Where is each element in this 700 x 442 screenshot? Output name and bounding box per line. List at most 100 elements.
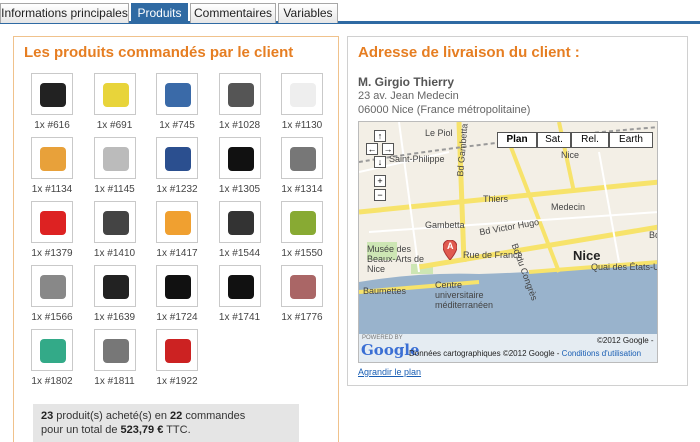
usb-serial-adapter-icon[interactable] (156, 73, 198, 115)
product-item[interactable]: 1x #1028 (212, 73, 268, 131)
product-item[interactable]: 1x #1922 (149, 329, 205, 387)
black-tshirt-icon[interactable] (156, 265, 198, 307)
red-box-icon[interactable] (31, 201, 73, 243)
product-item[interactable]: 1x #1724 (149, 265, 205, 323)
cables-icon[interactable] (93, 329, 136, 371)
product-label: 1x #1134 (31, 184, 73, 195)
product-item[interactable]: 1x #1305 (212, 137, 268, 195)
product-item[interactable]: 1x #1379 (24, 201, 80, 259)
summary-total: 523,79 € (120, 424, 164, 436)
products-panel-title: Les produits commandés par le client (24, 44, 294, 61)
product-item[interactable]: 1x #1741 (212, 265, 268, 323)
burger-phone-icon[interactable] (31, 137, 73, 179)
product-label: 1x #1145 (94, 184, 135, 195)
photo-keychain-icon[interactable] (281, 137, 323, 179)
product-label: 1x #1566 (31, 312, 73, 323)
cap-gadget-icon[interactable] (93, 265, 136, 307)
black-tshirt-icon[interactable] (218, 137, 261, 179)
product-label: 1x #1130 (281, 120, 323, 131)
keychain-disc-icon[interactable] (31, 265, 73, 307)
product-item[interactable]: 1x #1417 (149, 201, 205, 259)
product-item[interactable]: 1x #745 (149, 73, 205, 131)
summary-count: 23 (41, 410, 54, 422)
map-copyright: ©2012 Google - (597, 336, 654, 345)
product-item[interactable]: 1x #616 (24, 73, 80, 131)
map-label: Centre universitaire méditerranéen (435, 280, 494, 310)
zoom-in-icon[interactable]: + (374, 175, 386, 187)
solar-panel-icon[interactable] (156, 137, 198, 179)
map-data-text: Données cartographiques ©2012 Google - (409, 349, 562, 358)
summary-text: produit(s) acheté(s) en (53, 410, 171, 422)
tablet-pile-icon[interactable] (281, 201, 323, 243)
products-panel: Les produits commandés par le client 1x … (13, 36, 339, 442)
product-item[interactable]: 1x #1811 (87, 329, 143, 387)
product-label: 1x #1379 (31, 248, 73, 259)
product-label: 1x #1232 (156, 184, 198, 195)
map-type-sat-button[interactable]: Sat. (537, 132, 571, 148)
product-item[interactable]: 1x #1544 (212, 201, 268, 259)
summary-text: TTC. (163, 424, 191, 436)
product-label: 1x #691 (96, 120, 133, 131)
product-label: 1x #1811 (94, 376, 135, 387)
product-item[interactable]: 1x #1550 (274, 201, 330, 259)
pan-right-icon[interactable]: → (382, 143, 394, 155)
address-city: 06000 Nice (France métropolitaine) (358, 104, 531, 116)
product-item[interactable]: 1x #1314 (274, 137, 330, 195)
product-label: 1x #1776 (281, 312, 323, 323)
map-label: Gambetta (425, 220, 465, 230)
delivery-map[interactable]: Le Piol Saint-Philippe Bd Gambetta Thier… (358, 121, 658, 363)
product-label: 1x #1550 (281, 248, 323, 259)
product-item[interactable]: 1x #1802 (24, 329, 80, 387)
map-label: Quai des États-Unis (591, 262, 657, 272)
product-label: 1x #1305 (218, 184, 261, 195)
map-label: Nice (561, 150, 580, 160)
product-label: 1x #1802 (31, 376, 73, 387)
phone-device-icon[interactable] (218, 73, 261, 115)
map-data-credit: Données cartographiques ©2012 Google - C… (409, 349, 641, 358)
product-label: 1x #1417 (156, 248, 198, 259)
map-type-plan-button[interactable]: Plan (497, 132, 537, 148)
cockroach-robot-icon[interactable] (93, 201, 136, 243)
product-item[interactable]: 1x #1232 (149, 137, 205, 195)
product-item[interactable]: 1x #1776 (274, 265, 330, 323)
red-mug-icon[interactable] (156, 329, 198, 371)
pan-down-icon[interactable]: ↓ (374, 156, 386, 168)
tab-variables[interactable]: Variables (278, 3, 338, 23)
enlarge-map-link[interactable]: Agrandir le plan (358, 367, 421, 377)
tab-informations-principales[interactable]: Informations principales (0, 3, 129, 23)
product-item[interactable]: 1x #1566 (24, 265, 80, 323)
product-item[interactable]: 1x #1410 (87, 201, 143, 259)
product-label: 1x #1410 (93, 248, 136, 259)
robot-figurine-icon[interactable] (31, 329, 73, 371)
tab-produits[interactable]: Produits (131, 3, 188, 24)
product-item[interactable]: 1x #1639 (87, 265, 143, 323)
map-label: Bd (649, 230, 657, 240)
black-gift-box-icon[interactable] (31, 73, 73, 115)
product-item[interactable]: 1x #1145 (87, 137, 143, 195)
map-type-earth-button[interactable]: Earth (609, 132, 653, 148)
pan-left-icon[interactable]: ← (366, 143, 378, 155)
figurine-icon[interactable] (156, 201, 198, 243)
tab-commentaires[interactable]: Commentaires (190, 3, 276, 23)
product-label: 1x #616 (34, 120, 70, 131)
glasses-gadget-icon[interactable] (93, 137, 136, 179)
map-marker-icon[interactable]: A (443, 240, 457, 260)
zoom-out-icon[interactable]: − (374, 189, 386, 201)
map-label: Nice (573, 248, 601, 263)
product-item[interactable]: 1x #691 (87, 73, 143, 131)
summary-text: commandes (182, 410, 246, 422)
map-type-rel-button[interactable]: Rel. (571, 132, 609, 148)
terms-link[interactable]: Conditions d'utilisation (562, 349, 641, 358)
gun-gadget-icon[interactable] (281, 265, 323, 307)
pan-up-icon[interactable]: ↑ (374, 130, 386, 142)
product-item[interactable]: 1x #1130 (274, 73, 330, 131)
white-remote-icon[interactable] (281, 73, 323, 115)
address-panel: Adresse de livraison du client : M. Girg… (347, 36, 688, 386)
product-item[interactable]: 1x #1134 (24, 137, 80, 195)
map-label: Le Piol (425, 128, 453, 138)
3d-glasses-icon[interactable] (218, 201, 261, 243)
order-summary: 23 produit(s) acheté(s) en 22 commandes … (33, 404, 299, 442)
yellow-gum-pack-icon[interactable] (93, 73, 136, 115)
black-tshirt-icon[interactable] (218, 265, 261, 307)
customer-name: M. Girgio Thierry (358, 75, 455, 89)
